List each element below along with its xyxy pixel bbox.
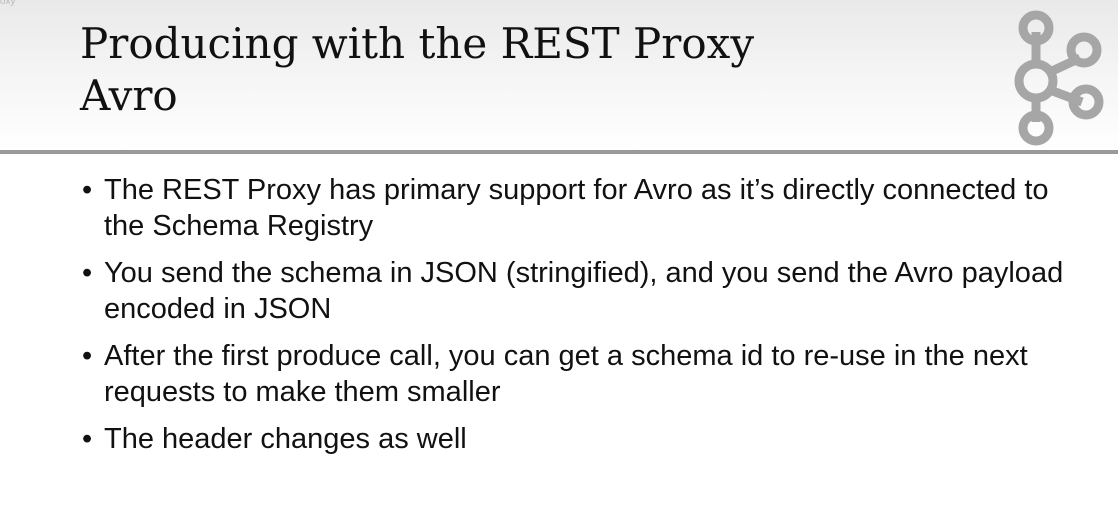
- bullet-text: After the first produce call, you can ge…: [104, 340, 1028, 408]
- header-divider: [0, 150, 1118, 154]
- bullet-text: The REST Proxy has primary support for A…: [104, 174, 1049, 242]
- slide-title-line-1: Producing with the REST Proxy: [80, 19, 755, 68]
- kafka-logo-icon: [1014, 10, 1104, 146]
- bullet-dot: •: [82, 174, 93, 206]
- slide: oxy Producing with the REST Proxy Avro •…: [0, 0, 1118, 506]
- bullet-dot: •: [82, 423, 93, 455]
- bullet-text: You send the schema in JSON (stringified…: [104, 257, 1064, 325]
- slide-title: Producing with the REST Proxy Avro: [80, 18, 980, 122]
- bullet-item: • The header changes as well: [82, 421, 1082, 457]
- bullet-dot: •: [82, 257, 93, 289]
- bullet-item: • The REST Proxy has primary support for…: [82, 172, 1082, 244]
- corner-label: oxy: [0, 0, 16, 7]
- bullet-item: • After the first produce call, you can …: [82, 338, 1082, 410]
- bullet-text: The header changes as well: [104, 423, 467, 455]
- slide-title-line-2: Avro: [80, 71, 178, 120]
- bullet-dot: •: [82, 340, 93, 372]
- bullet-item: • You send the schema in JSON (stringifi…: [82, 255, 1082, 327]
- bullet-list: • The REST Proxy has primary support for…: [82, 172, 1082, 468]
